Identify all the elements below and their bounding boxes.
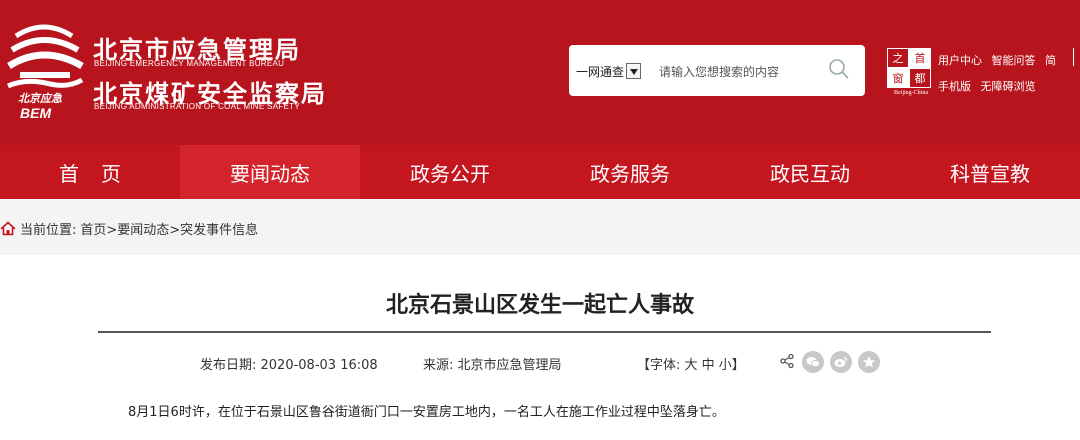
seal-char-1: 之: [887, 48, 909, 68]
breadcrumb-path[interactable]: 首页>要闻动态>突发事件信息: [80, 219, 258, 238]
chevron-down-icon[interactable]: [626, 63, 642, 79]
article-source: 来源: 北京市应急管理局: [423, 358, 562, 373]
nav-interaction[interactable]: 政民互动: [720, 145, 900, 199]
breadcrumb-label: 当前位置:: [20, 223, 77, 238]
nav-government-services[interactable]: 政务服务: [540, 145, 720, 199]
capital-window-logo[interactable]: 之 首 窗 都 Beijing-China: [885, 46, 933, 98]
site-header: 北京应急 BEM 北京市应急管理局 BEIJING EMERGENCY MANA…: [0, 0, 1080, 145]
title-divider: [98, 331, 991, 333]
nav-science-education[interactable]: 科普宣教: [900, 145, 1080, 199]
search-input[interactable]: 请输入您想搜索的内容: [659, 63, 779, 80]
wechat-share-icon[interactable]: [802, 351, 824, 373]
publish-date: 发布日期: 2020-08-03 16:08: [200, 358, 378, 373]
org-name-emergency-en: BEIJING EMERGENCY MANAGEMENT BUREAU: [94, 59, 285, 68]
nav-government-affairs[interactable]: 政务公开: [360, 145, 540, 199]
org-name-coal-mine-en: BEIJING ADMINISTRATION OF COAL MINE SAFE…: [94, 102, 300, 111]
home-icon: [0, 221, 16, 236]
weibo-share-icon[interactable]: [830, 351, 852, 373]
favorite-star-icon[interactable]: [858, 351, 880, 373]
search-box: 一网通查 请输入您想搜索的内容: [569, 45, 865, 96]
article-title: 北京石景山区发生一起亡人事故: [385, 293, 694, 318]
font-size-selector[interactable]: 【字体: 大 中 小】: [637, 354, 745, 373]
nav-news[interactable]: 要闻动态: [180, 145, 360, 199]
seal-char-4: 都: [909, 68, 931, 88]
top-links-divider: [1073, 48, 1074, 66]
search-scope-label: 一网通查: [576, 64, 625, 79]
accessibility-link[interactable]: 无障碍浏览: [981, 80, 1036, 93]
top-links-row-1: 用户中心 智能问答 简: [938, 52, 1062, 68]
nav-home[interactable]: 首页: [0, 145, 180, 199]
mobile-version-link[interactable]: 手机版: [938, 80, 971, 93]
top-links-row-2: 手机版 无障碍浏览: [938, 78, 1042, 94]
breadcrumb: 当前位置: 首页>要闻动态>突发事件信息: [0, 219, 258, 238]
search-scope-select[interactable]: 一网通查: [576, 61, 642, 81]
search-icon[interactable]: [828, 58, 850, 80]
article-body: 8月1日6时许，在位于石景山区鲁谷街道衙门口一安置房工地内，一名工人在施工作业过…: [128, 405, 725, 420]
bem-logo-icon[interactable]: 北京应急 BEM: [6, 22, 84, 122]
user-center-link[interactable]: 用户中心: [938, 54, 982, 67]
main-nav: 首页 要闻动态 政务公开 政务服务 政民互动 科普宣教: [0, 145, 1080, 199]
seal-caption: Beijing-China: [894, 90, 928, 96]
seal-char-2: 首: [909, 48, 931, 68]
seal-char-3: 窗: [887, 68, 909, 88]
emblem-sub: BEM: [20, 105, 51, 121]
simplified-chinese-link[interactable]: 简: [1045, 54, 1056, 67]
share-icon[interactable]: [779, 353, 795, 369]
smart-qa-link[interactable]: 智能问答: [992, 54, 1036, 67]
breadcrumb-bar: 当前位置: 首页>要闻动态>突发事件信息: [0, 199, 1080, 255]
emblem-text: 北京应急: [18, 92, 62, 105]
